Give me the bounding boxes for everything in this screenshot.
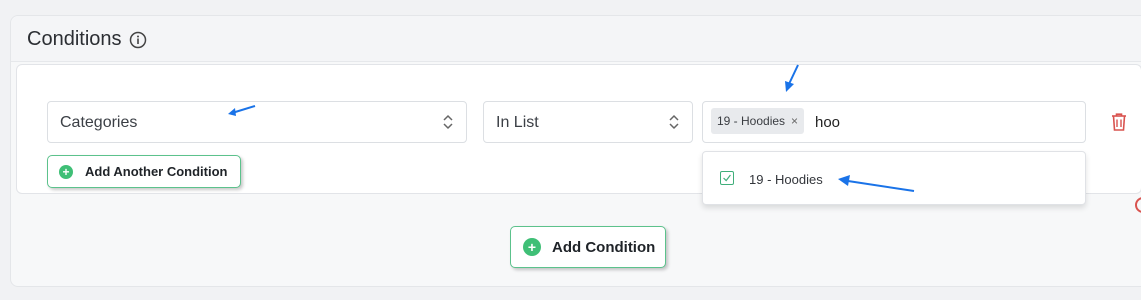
select-chevron-icon [443,114,453,130]
trash-icon[interactable] [1110,112,1128,132]
add-condition-label: Add Condition [552,238,656,256]
plus-circle-icon: + [59,164,73,179]
select-chevron-icon [669,114,679,130]
info-circle-icon[interactable] [129,31,147,49]
annotation-arrow-icon [228,105,256,116]
annotation-arrow-icon [838,175,915,192]
plus-circle-icon: + [523,238,541,256]
panel-title: Conditions [27,28,122,50]
annotation-arrow-icon [785,64,799,92]
panel-header: Conditions [11,16,1141,62]
tag-label: 19 - Hoodies [717,114,786,128]
add-another-condition-button[interactable]: + Add Another Condition [47,155,241,188]
add-another-condition-label: Add Another Condition [85,164,228,179]
selected-tag: 19 - Hoodies × [711,108,805,134]
field-select-value: Categories [60,114,138,131]
value-multiselect[interactable]: 19 - Hoodies × hoo [702,101,1086,143]
operator-select-value: In List [496,114,539,131]
checkbox-checked-icon[interactable] [720,171,734,185]
add-condition-button[interactable]: + Add Condition [510,226,666,268]
operator-select[interactable]: In List [483,101,693,143]
search-input[interactable]: hoo [815,114,840,131]
tag-remove-icon[interactable]: × [791,114,798,128]
dropdown-option-label: 19 - Hoodies [749,172,823,187]
